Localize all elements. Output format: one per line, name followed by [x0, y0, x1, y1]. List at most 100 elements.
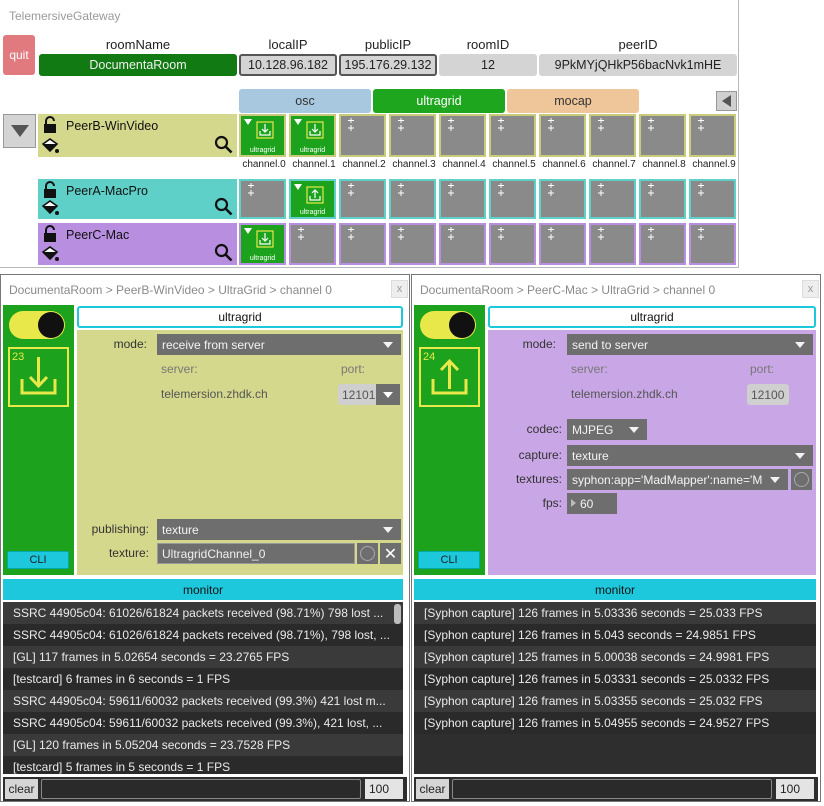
channel-label: channel.4 [442, 159, 486, 170]
empty-channel-cell[interactable] [489, 223, 536, 265]
roomname-field[interactable]: DocumentaRoom [39, 54, 237, 76]
empty-channel-cell[interactable] [489, 179, 536, 219]
ultragrid-channel-cell[interactable]: ultragrid [289, 114, 336, 157]
empty-channel-cell[interactable] [339, 179, 386, 219]
paint-bucket-icon[interactable] [40, 199, 60, 217]
tab-mocap[interactable]: mocap [507, 89, 639, 113]
enable-toggle[interactable] [9, 311, 65, 339]
command-input[interactable] [41, 779, 361, 799]
capture-dropdown[interactable]: texture [567, 445, 813, 466]
cli-button[interactable]: CLI [418, 551, 480, 569]
monitor-toolbar: clear 100 [3, 777, 407, 801]
capture-label: capture: [518, 448, 562, 462]
search-icon[interactable] [214, 243, 233, 262]
monitor-line: [Syphon capture] 126 frames in 5.043 sec… [414, 624, 816, 646]
enable-toggle[interactable] [420, 311, 476, 339]
ultragrid-channel-cell[interactable]: ultragrid [239, 114, 286, 157]
publishing-dropdown[interactable]: texture [157, 519, 401, 540]
empty-channel-cell[interactable] [589, 179, 636, 219]
channel-menu-icon[interactable] [244, 228, 252, 234]
server-value: telemersion.zhdk.ch [161, 387, 268, 401]
empty-channel-cell[interactable] [439, 114, 486, 157]
cell-label: ultragrid [249, 255, 276, 262]
add-channel-icon [596, 227, 606, 241]
add-channel-icon [296, 227, 306, 241]
tab-ultragrid[interactable]: ultragrid [373, 89, 505, 113]
expand-peers-icon[interactable] [3, 114, 36, 148]
monitor-header[interactable]: monitor [3, 579, 403, 600]
empty-channel-cell[interactable] [539, 114, 586, 157]
close-icon[interactable]: x [802, 280, 819, 298]
tab-osc[interactable]: osc [239, 89, 371, 113]
add-channel-icon [596, 118, 606, 132]
empty-channel-cell[interactable] [589, 223, 636, 265]
empty-channel-cell[interactable] [639, 114, 686, 157]
empty-channel-cell[interactable] [589, 114, 636, 157]
breadcrumb: DocumentaRoom > PeerB-WinVideo > UltraGr… [9, 283, 332, 297]
channel-menu-icon[interactable] [244, 119, 252, 125]
lock-icon[interactable] [42, 225, 58, 243]
monitor-line: [testcard] 5 frames in 5 seconds = 1 FPS [3, 756, 403, 774]
empty-channel-cell[interactable] [389, 179, 436, 219]
search-icon[interactable] [214, 135, 233, 154]
clear-button[interactable]: clear [5, 779, 38, 799]
mode-dropdown[interactable]: receive from server [157, 334, 401, 355]
empty-channel-cell[interactable] [539, 223, 586, 265]
clear-button[interactable]: clear [416, 779, 449, 799]
paint-bucket-icon[interactable] [40, 245, 60, 263]
empty-channel-cell[interactable] [239, 179, 286, 219]
add-channel-icon [396, 183, 406, 197]
empty-channel-cell[interactable] [689, 114, 736, 157]
empty-channel-cell[interactable] [389, 114, 436, 157]
lock-icon[interactable] [42, 181, 58, 199]
close-icon[interactable]: x [391, 280, 408, 298]
fps-field[interactable]: 60 [567, 493, 617, 514]
mode-dropdown[interactable]: send to server [567, 334, 813, 355]
empty-channel-cell[interactable] [639, 179, 686, 219]
channel-cells: ultragrid [239, 179, 739, 219]
monitor-scrollbar[interactable] [394, 604, 401, 624]
empty-channel-cell[interactable] [289, 223, 336, 265]
scroll-left-icon[interactable] [716, 91, 737, 111]
texture-preview-icon[interactable] [357, 543, 378, 564]
empty-channel-cell[interactable] [439, 179, 486, 219]
channel-menu-icon[interactable] [294, 184, 302, 190]
codec-dropdown[interactable]: MJPEG [567, 419, 647, 440]
empty-channel-cell[interactable] [689, 223, 736, 265]
monitor-header[interactable]: monitor [414, 579, 816, 600]
channel-status-panel: 24 CLI [414, 305, 485, 575]
ultragrid-channel-cell[interactable]: ultragrid [239, 223, 286, 265]
monitor-line: [Syphon capture] 126 frames in 5.03336 s… [414, 602, 816, 624]
publicip-label: publicIP [364, 37, 412, 52]
empty-channel-cell[interactable] [339, 114, 386, 157]
add-channel-icon [696, 118, 706, 132]
channel-menu-icon[interactable] [294, 119, 302, 125]
empty-channel-cell[interactable] [439, 223, 486, 265]
channel-label: channel.7 [592, 159, 636, 170]
cli-button[interactable]: CLI [7, 551, 69, 569]
texture-field[interactable]: UltragridChannel_0 [157, 543, 355, 564]
texture-preview-icon[interactable] [791, 469, 812, 490]
empty-channel-cell[interactable] [489, 114, 536, 157]
clear-texture-icon[interactable]: ✕ [380, 543, 401, 564]
lock-icon[interactable] [42, 116, 58, 134]
monitor-line: [GL] 120 frames in 5.05204 seconds = 23.… [3, 734, 403, 756]
monitor-line: [testcard] 6 frames in 6 seconds = 1 FPS [3, 668, 403, 690]
command-input[interactable] [452, 779, 772, 799]
quit-button[interactable]: quit [3, 35, 35, 75]
search-icon[interactable] [214, 197, 233, 216]
monitor-toolbar: clear 100 [414, 777, 818, 801]
receive-icon [306, 121, 324, 139]
empty-channel-cell[interactable] [639, 223, 686, 265]
empty-channel-cell[interactable] [389, 223, 436, 265]
ultragrid-channel-cell[interactable]: ultragrid [289, 179, 336, 219]
textures-dropdown[interactable]: syphon:app='MadMapper':name='M [567, 469, 788, 490]
port-dropdown[interactable] [376, 384, 400, 405]
empty-channel-cell[interactable] [689, 179, 736, 219]
line-count-field[interactable]: 100 [776, 779, 814, 799]
paint-bucket-icon[interactable] [40, 137, 60, 155]
empty-channel-cell[interactable] [539, 179, 586, 219]
empty-channel-cell[interactable] [339, 223, 386, 265]
port-label: port: [750, 362, 775, 376]
line-count-field[interactable]: 100 [365, 779, 403, 799]
